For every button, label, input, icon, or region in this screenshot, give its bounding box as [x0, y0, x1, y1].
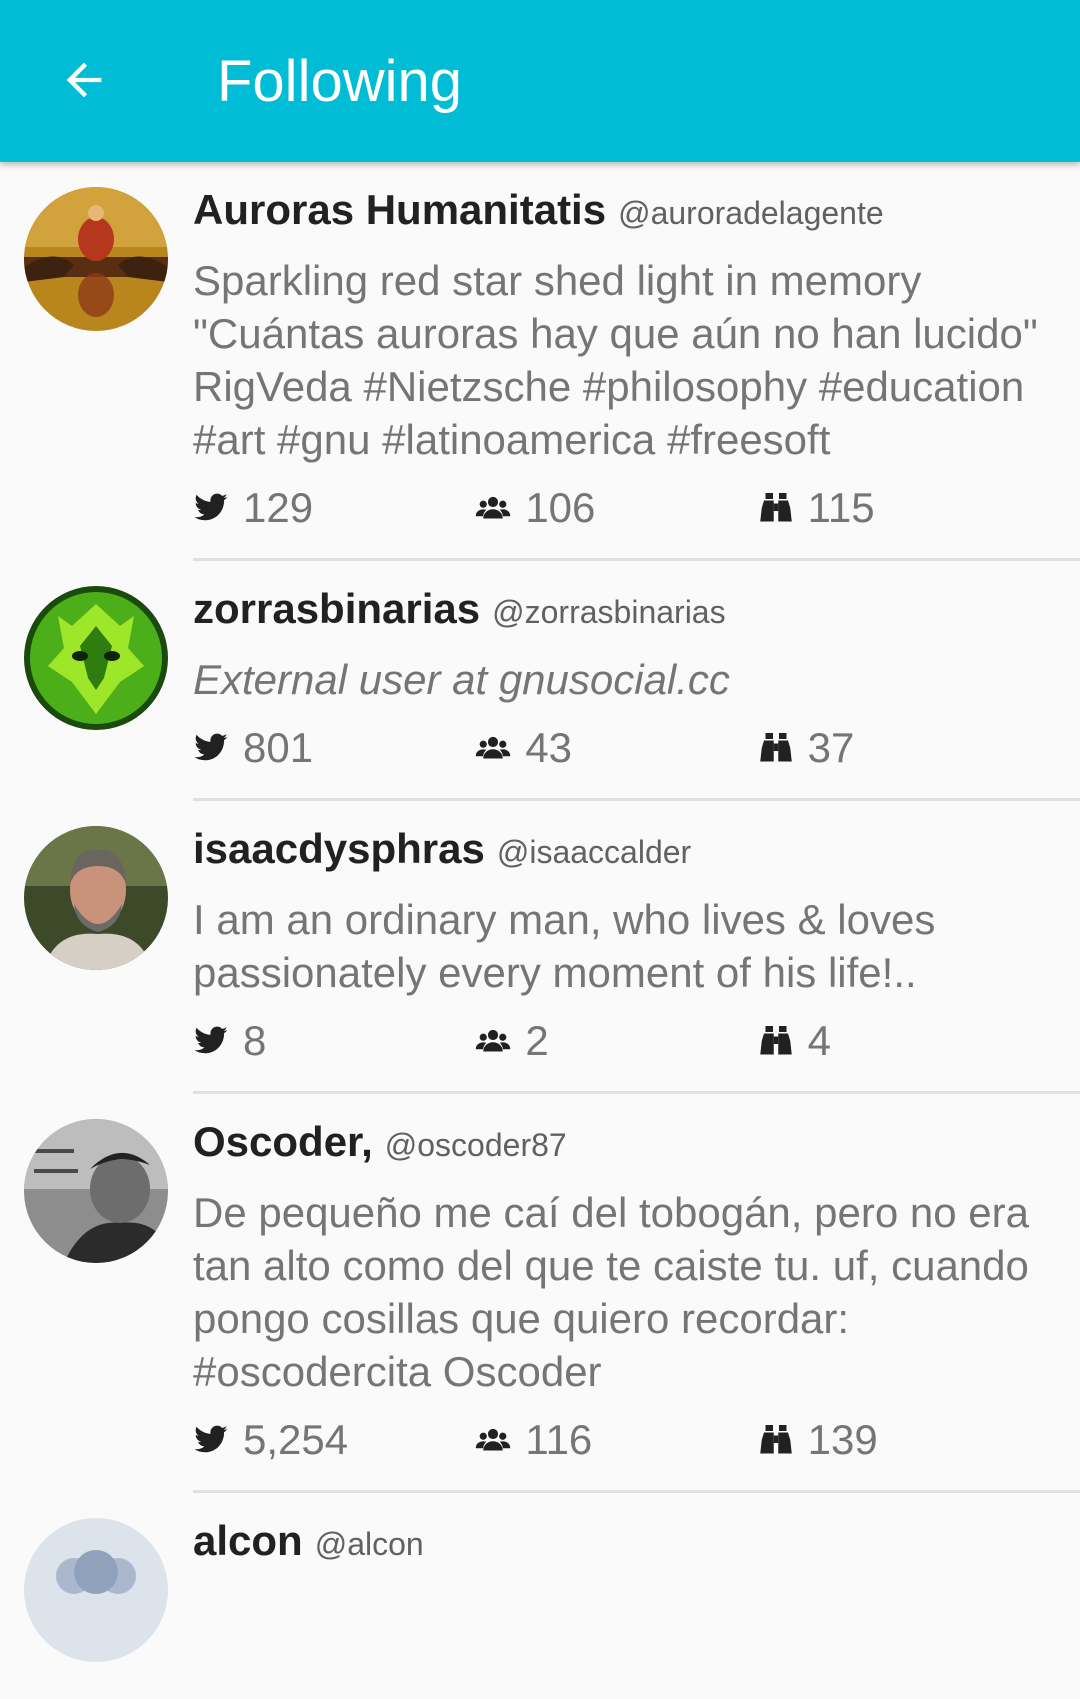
following-count: 139 — [758, 1416, 1040, 1464]
following-value: 37 — [807, 724, 855, 771]
following-value: 139 — [807, 1416, 878, 1463]
followers-count: 106 — [475, 484, 757, 532]
user-handle: @zorrasbinarias — [492, 594, 726, 630]
user-bio: De pequeño me caí del tobogán, pero no e… — [193, 1189, 1029, 1395]
notices-value: 129 — [243, 484, 314, 531]
notices-value: 5,254 — [243, 1416, 349, 1463]
user-handle: @alcon — [314, 1526, 424, 1562]
page-title: Following — [217, 49, 462, 114]
following-count: 115 — [758, 484, 1040, 532]
notices-count: 8 — [193, 1017, 475, 1065]
binoculars-icon — [758, 490, 794, 526]
app-bar: Following — [0, 0, 1080, 162]
bird-icon — [193, 1023, 229, 1059]
followers-count: 43 — [475, 724, 757, 772]
user-name[interactable]: Auroras Humanitatis — [193, 186, 606, 234]
list-item[interactable]: Oscoder, @oscoder87 De pequeño me caí de… — [0, 1094, 1080, 1493]
group-icon — [475, 730, 511, 766]
user-name[interactable]: alcon — [193, 1517, 303, 1565]
binoculars-icon — [758, 730, 794, 766]
user-handle: @oscoder87 — [384, 1127, 567, 1163]
following-list: Auroras Humanitatis @auroradelagente Spa… — [0, 162, 1080, 1662]
notices-count: 5,254 — [193, 1416, 475, 1464]
list-item[interactable]: alcon @alcon — [0, 1493, 1080, 1662]
user-name[interactable]: zorrasbinarias — [193, 585, 480, 633]
following-count: 4 — [758, 1017, 1040, 1065]
binoculars-icon — [758, 1422, 794, 1458]
followers-count: 2 — [475, 1017, 757, 1065]
followers-value: 2 — [525, 1017, 549, 1064]
list-item[interactable]: Auroras Humanitatis @auroradelagente Spa… — [0, 162, 1080, 561]
notices-count: 801 — [193, 724, 475, 772]
user-bio: I am an ordinary man, who lives & loves … — [193, 896, 936, 996]
user-bio: External user at gnusocial.cc — [193, 656, 730, 703]
group-icon — [475, 1422, 511, 1458]
user-stats: 129 106 115 — [193, 476, 1040, 540]
user-name[interactable]: Oscoder, — [193, 1118, 373, 1166]
group-icon — [475, 490, 511, 526]
avatar[interactable] — [24, 187, 168, 331]
bird-icon — [193, 730, 229, 766]
arrow-left-icon — [66, 62, 102, 98]
avatar[interactable] — [24, 1119, 168, 1263]
followers-value: 43 — [525, 724, 573, 771]
list-item[interactable]: zorrasbinarias @zorrasbinarias External … — [0, 561, 1080, 801]
following-value: 115 — [807, 484, 875, 531]
user-handle: @isaaccalder — [496, 834, 692, 870]
notices-value: 8 — [243, 1017, 267, 1064]
followers-count: 116 — [475, 1416, 757, 1464]
user-bio: Sparkling red star shed light in memory … — [193, 257, 1038, 463]
user-stats: 801 43 37 — [193, 716, 1040, 780]
following-value: 4 — [807, 1017, 832, 1064]
followers-value: 106 — [525, 484, 596, 531]
group-icon — [475, 1023, 511, 1059]
binoculars-icon — [758, 1023, 794, 1059]
followers-value: 116 — [525, 1416, 593, 1463]
bird-icon — [193, 490, 229, 526]
following-count: 37 — [758, 724, 1040, 772]
user-stats: 8 2 4 — [193, 1009, 1040, 1073]
bird-icon — [193, 1422, 229, 1458]
avatar[interactable] — [24, 586, 168, 730]
user-stats: 5,254 116 139 — [193, 1408, 1040, 1472]
user-handle: @auroradelagente — [618, 195, 884, 231]
avatar[interactable] — [24, 1518, 168, 1662]
list-item[interactable]: isaacdysphras @isaaccalder I am an ordin… — [0, 801, 1080, 1094]
back-button[interactable] — [52, 48, 116, 112]
notices-value: 801 — [243, 724, 314, 771]
user-name[interactable]: isaacdysphras — [193, 825, 485, 873]
avatar[interactable] — [24, 826, 168, 970]
notices-count: 129 — [193, 484, 475, 532]
